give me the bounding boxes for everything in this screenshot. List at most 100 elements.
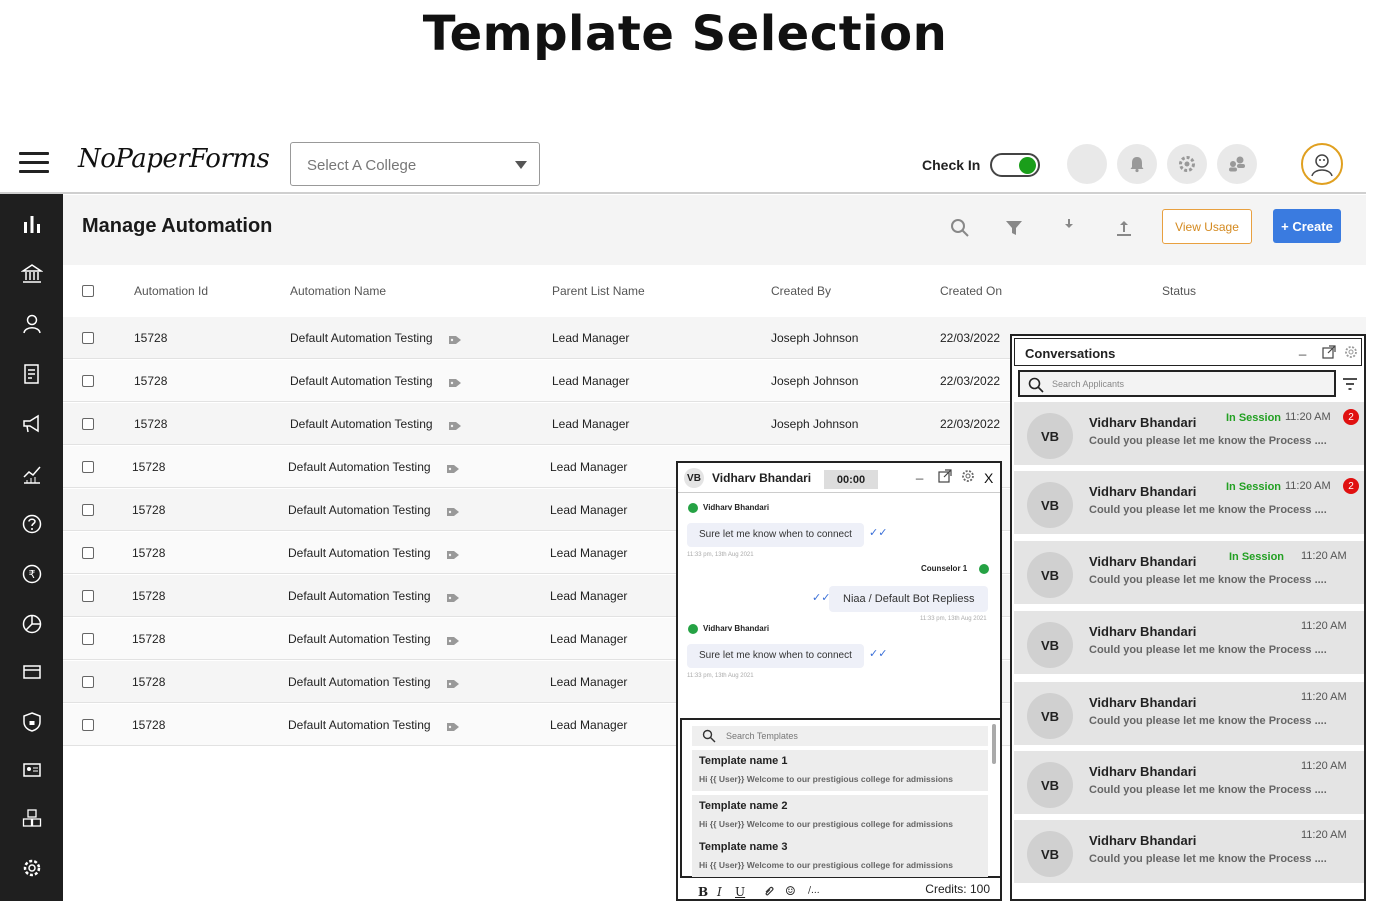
team-icon[interactable]	[1217, 144, 1257, 184]
row-checkbox[interactable]	[82, 676, 94, 688]
template-item[interactable]: Template name 3 Hi {{ User}} Welcome to …	[692, 836, 988, 877]
conversation-item[interactable]: VB Vidharv Bhandari Could you please let…	[1014, 682, 1364, 748]
tag-icon[interactable]	[446, 636, 460, 646]
checkin-toggle[interactable]	[990, 153, 1040, 177]
row-checkbox[interactable]	[82, 461, 94, 473]
parent-list-name: Lead Manager	[550, 589, 628, 603]
help-icon[interactable]	[0, 504, 63, 544]
bold-button[interactable]: B	[698, 885, 708, 899]
conversation-time: 11:20 AM	[1301, 829, 1347, 841]
gear-icon[interactable]	[1344, 345, 1358, 359]
emoji-icon[interactable]: ☺	[785, 884, 796, 898]
search-icon[interactable]	[949, 217, 971, 239]
conversation-name: Vidharv Bhandari	[1089, 554, 1197, 569]
chat-contact-name: Vidharv Bhandari	[712, 471, 812, 485]
pie-chart-icon[interactable]	[0, 604, 63, 644]
template-item[interactable]: Template name 2 Hi {{ User}} Welcome to …	[692, 795, 988, 836]
tag-icon[interactable]	[446, 464, 460, 474]
conversation-item[interactable]: VB Vidharv Bhandari Could you please let…	[1014, 541, 1364, 607]
row-checkbox[interactable]	[82, 719, 94, 731]
conversation-time: 11:20 AM	[1301, 550, 1347, 562]
row-checkbox[interactable]	[82, 547, 94, 559]
institution-icon[interactable]	[0, 254, 63, 294]
row-checkbox[interactable]	[82, 332, 94, 344]
college-select[interactable]: Select A College	[290, 142, 540, 186]
close-icon[interactable]: X	[984, 470, 993, 486]
filter-lines-icon[interactable]	[1342, 377, 1358, 391]
automation-id: 15728	[132, 718, 166, 732]
template-search-input[interactable]: Search Templates	[692, 726, 988, 746]
download-icon[interactable]	[1058, 213, 1080, 235]
row-checkbox[interactable]	[82, 375, 94, 387]
view-usage-button[interactable]: View Usage	[1162, 209, 1252, 244]
conversation-avatar: VB	[1027, 831, 1073, 877]
row-checkbox[interactable]	[82, 504, 94, 516]
analytics-icon[interactable]	[0, 454, 63, 494]
created-by: Joseph Johnson	[771, 417, 859, 431]
shield-icon[interactable]	[0, 702, 63, 742]
select-all-checkbox[interactable]	[82, 285, 94, 297]
popout-icon[interactable]	[938, 469, 952, 486]
filter-icon[interactable]	[1003, 217, 1025, 239]
user-avatar[interactable]	[1301, 143, 1343, 185]
italic-button[interactable]: I	[717, 885, 722, 899]
automation-id: 15728	[132, 675, 166, 689]
popout-icon[interactable]	[1322, 345, 1336, 359]
automation-id: 15728	[134, 374, 168, 388]
tag-icon[interactable]	[448, 421, 462, 431]
conversation-item[interactable]: VB Vidharv Bhandari Could you please let…	[1014, 471, 1364, 537]
tag-icon[interactable]	[446, 722, 460, 732]
attachment-icon[interactable]	[763, 886, 775, 901]
settings-gear-icon[interactable]	[1167, 144, 1207, 184]
parent-list-name: Lead Manager	[550, 675, 628, 689]
tag-icon[interactable]	[446, 679, 460, 689]
tag-icon[interactable]	[448, 335, 462, 345]
search-icon	[1028, 377, 1044, 393]
bar-chart-icon[interactable]	[0, 204, 63, 244]
rupee-icon[interactable]: ₹	[0, 554, 63, 594]
conversation-time: 11:20 AM	[1301, 620, 1347, 632]
tag-icon[interactable]	[446, 507, 460, 517]
row-checkbox[interactable]	[82, 418, 94, 430]
tag-icon[interactable]	[448, 378, 462, 388]
row-checkbox[interactable]	[82, 590, 94, 602]
conversation-item[interactable]: VB Vidharv Bhandari Could you please let…	[1014, 402, 1364, 468]
session-status: In Session	[1229, 551, 1285, 563]
card-icon[interactable]	[0, 652, 63, 692]
column-header: Status	[1162, 284, 1197, 298]
conversation-item[interactable]: VB Vidharv Bhandari Could you please let…	[1014, 611, 1364, 677]
underline-button[interactable]: U	[735, 885, 745, 899]
slash-command-button[interactable]: /...	[808, 886, 820, 896]
chat-toolbar: B I U ☺ /... Credits: 100	[678, 881, 1000, 901]
hamburger-menu-icon[interactable]	[19, 152, 49, 174]
tag-icon[interactable]	[446, 550, 460, 560]
id-card-icon[interactable]	[0, 750, 63, 790]
form-icon[interactable]	[0, 354, 63, 394]
message-sender: Vidharv Bhandari	[703, 624, 770, 633]
parent-list-name: Lead Manager	[552, 374, 630, 388]
minimize-icon[interactable]: _	[1299, 341, 1306, 356]
conversation-item[interactable]: VB Vidharv Bhandari Could you please let…	[1014, 751, 1364, 817]
gear-icon[interactable]	[961, 469, 975, 486]
user-icon[interactable]	[0, 304, 63, 344]
megaphone-icon[interactable]	[0, 404, 63, 444]
logo: NoPaperForms	[78, 144, 270, 174]
blank-circle-button[interactable]	[1067, 144, 1107, 184]
create-button[interactable]: + Create	[1273, 209, 1341, 243]
read-tick-icon: ✓✓	[869, 648, 888, 660]
conversation-item[interactable]: VB Vidharv Bhandari Could you please let…	[1014, 820, 1364, 886]
minimize-icon[interactable]: _	[916, 465, 923, 480]
boxes-icon[interactable]	[0, 798, 63, 838]
parent-list-name: Lead Manager	[552, 331, 630, 345]
row-checkbox[interactable]	[82, 633, 94, 645]
tag-icon[interactable]	[446, 593, 460, 603]
credits-counter: Credits: 100	[925, 882, 990, 896]
top-bar: NoPaperForms Select A College Check In	[0, 138, 1366, 194]
template-item[interactable]: Template name 1 Hi {{ User}} Welcome to …	[692, 750, 988, 791]
applicant-search-input[interactable]: Search Applicants	[1018, 370, 1336, 397]
template-picker: Search Templates Template name 1 Hi {{ U…	[680, 718, 1002, 878]
notification-bell-icon[interactable]	[1117, 144, 1157, 184]
upload-icon[interactable]	[1113, 217, 1135, 239]
gear-icon[interactable]	[0, 848, 63, 888]
template-scrollbar[interactable]	[992, 724, 996, 764]
